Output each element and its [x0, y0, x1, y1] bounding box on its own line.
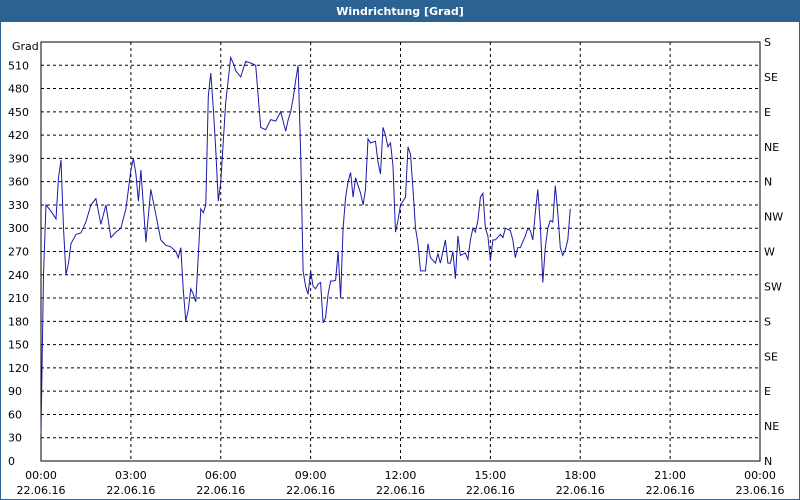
x-tick-date-label: 22.06.16 — [196, 484, 245, 497]
y-tick-label: 180 — [8, 315, 29, 328]
x-tick-date-label: 22.06.16 — [286, 484, 335, 497]
x-tick-time-label: 21:00 — [654, 469, 686, 482]
y-tick-label: 330 — [8, 199, 29, 212]
x-tick-date-label: 22.06.16 — [17, 484, 66, 497]
x-tick-date-label: 23.06.16 — [736, 484, 785, 497]
compass-tick-label: NE — [764, 420, 779, 433]
y-tick-label: 30 — [8, 432, 22, 445]
compass-tick-label: E — [764, 106, 771, 119]
y-tick-label: 270 — [8, 246, 29, 259]
compass-tick-label: N — [764, 455, 772, 468]
x-tick-date-label: 22.06.16 — [646, 484, 695, 497]
x-tick-time-label: 12:00 — [385, 469, 417, 482]
compass-tick-label: SE — [764, 350, 778, 363]
y-tick-label: 120 — [8, 362, 29, 375]
x-tick-date-label: 22.06.16 — [556, 484, 605, 497]
x-tick-time-label: 00:00 — [25, 469, 57, 482]
y-tick-label: 420 — [8, 129, 29, 142]
line-chart: 0 30 60 90 120 150 180 210 240 270 300 330 360 390 420… — [8, 36, 785, 497]
x-tick-time-label: 09:00 — [295, 469, 327, 482]
compass-tick-label: N — [764, 176, 772, 189]
x-tick-date-label: 22.06.16 — [466, 484, 515, 497]
compass-tick-label: NE — [764, 141, 779, 154]
y-tick-label: 90 — [8, 385, 22, 398]
x-tick-time-label: 15:00 — [475, 469, 507, 482]
y-tick-label: 0 — [8, 455, 15, 468]
x-tick-time-label: 03:00 — [115, 469, 147, 482]
compass-tick-label: SE — [764, 71, 778, 84]
y-tick-label: 450 — [8, 106, 29, 119]
y-tick-label: 210 — [8, 292, 29, 305]
y-tick-label: 150 — [8, 339, 29, 352]
y-tick-label: 300 — [8, 222, 29, 235]
compass-tick-label: S — [764, 36, 771, 49]
y-tick-label: 360 — [8, 176, 29, 189]
y-tick-label: 510 — [8, 59, 29, 72]
compass-tick-label: W — [764, 246, 775, 259]
x-tick-time-label: 00:00 — [744, 469, 776, 482]
x-tick-time-label: 06:00 — [205, 469, 237, 482]
series-line-wind-direction — [40, 55, 571, 434]
x-tick-date-label: 22.06.16 — [376, 484, 425, 497]
x-tick-date-label: 22.06.16 — [106, 484, 155, 497]
y-tick-label: 240 — [8, 269, 29, 282]
compass-tick-label: E — [764, 385, 771, 398]
compass-tick-label: NW — [764, 211, 783, 224]
compass-tick-label: S — [764, 315, 771, 328]
y-tick-label: 60 — [8, 408, 22, 421]
x-tick-time-label: 18:00 — [564, 469, 596, 482]
y-axis-label: Grad — [12, 40, 39, 53]
y-tick-label: 480 — [8, 83, 29, 96]
y-tick-label: 390 — [8, 152, 29, 165]
compass-tick-label: SW — [764, 280, 782, 293]
